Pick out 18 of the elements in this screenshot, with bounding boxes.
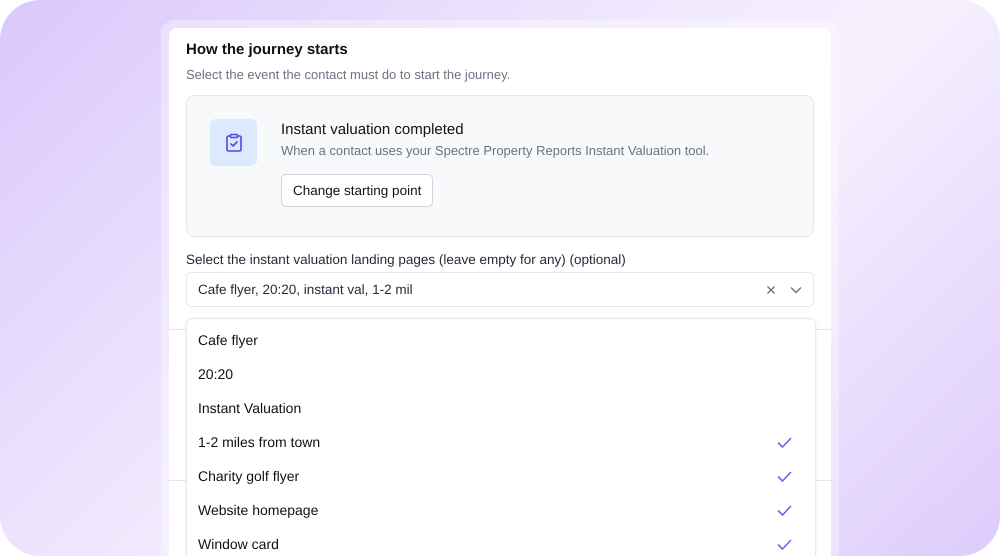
multiselect-field[interactable]: Cafe flyer, 20:20, instant val, 1-2 mil — [186, 272, 814, 307]
dropdown-option[interactable]: Cafe flyer — [198, 332, 258, 348]
field-value: Cafe flyer, 20:20, instant val, 1-2 mil — [198, 282, 414, 297]
clear-icon[interactable] — [766, 284, 776, 294]
section-title: How the journey starts — [186, 41, 349, 58]
dropdown-option[interactable]: Website homepage — [198, 502, 318, 518]
section-subtitle: Select the event the contact must do to start the journey. — [186, 67, 512, 82]
trigger-description: When a contact uses your Spectre Property Reports Instant Valuation tool. — [281, 143, 710, 158]
chevron-down-icon[interactable] — [790, 286, 802, 294]
dropdown-option[interactable]: 1-2 miles from town — [198, 434, 320, 450]
trigger-title: Instant valuation completed — [281, 121, 465, 138]
field-label: Select the instant valuation landing pages (leave empty for any) (optional) — [186, 252, 627, 267]
change-starting-point-button[interactable]: Change starting point — [281, 174, 434, 207]
dropdown-option[interactable]: Window card — [198, 536, 279, 552]
dropdown-option[interactable]: Charity golf flyer — [198, 468, 300, 484]
dropdown-option[interactable]: Instant Valuation — [198, 400, 302, 416]
dropdown-option[interactable]: 20:20 — [198, 366, 234, 382]
clipboard-check-icon — [224, 132, 242, 152]
